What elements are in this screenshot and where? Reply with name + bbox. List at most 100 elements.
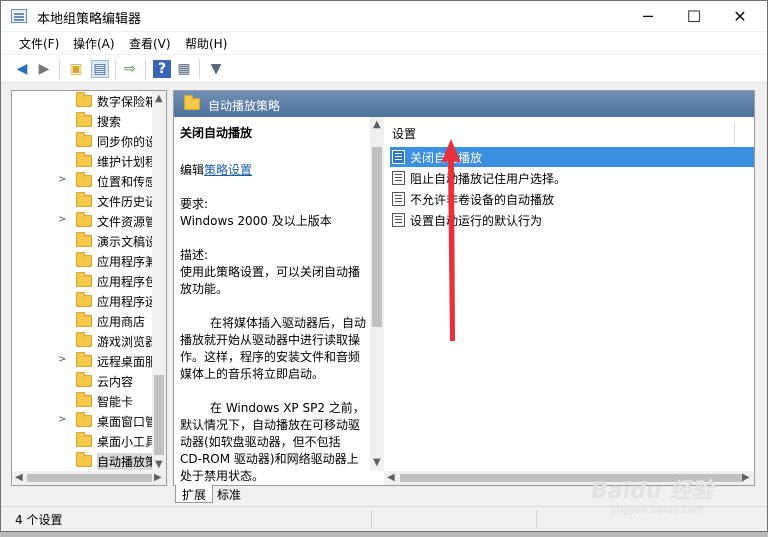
tree-item[interactable]: 应用程序兼容性: [12, 251, 153, 271]
folder-icon: [76, 92, 92, 107]
expand-chevron-icon[interactable]: >: [58, 414, 66, 425]
watermark-site: jingyan.baidu.com: [611, 505, 704, 516]
scroll-up-icon[interactable]: ▲: [155, 93, 163, 104]
folder-icon: [76, 132, 92, 147]
tree-horizontal-scrollbar[interactable]: ◀ ▶: [12, 471, 166, 485]
back-arrow-icon[interactable]: ◀: [13, 60, 31, 78]
properties-icon[interactable]: ▦: [175, 60, 193, 78]
tree-item[interactable]: 应用商店: [12, 311, 152, 331]
description-text: 使用此策略设置，可以关闭自动播放功能。: [180, 265, 361, 296]
menu-help[interactable]: 帮助(H): [185, 35, 227, 52]
tree-hscroll-thumb[interactable]: [27, 474, 152, 482]
menu-view[interactable]: 查看(V): [129, 35, 171, 52]
folder-icon: [76, 372, 92, 387]
tree-item[interactable]: 游戏浏览器: [12, 331, 153, 351]
tree-vertical-scrollbar[interactable]: ▲ ▼: [152, 91, 166, 471]
tree-item[interactable]: 云内容: [12, 371, 152, 391]
help-icon[interactable]: ?: [153, 60, 171, 78]
scroll-down-icon[interactable]: ▼: [155, 459, 163, 470]
tree-item-label: 同步你的设置: [97, 135, 153, 149]
tree-pane[interactable]: 数字保险箱搜索同步你的设置维护计划程序 > 位置和传感器文件历史记录 > 文件资源管理器…: [11, 90, 167, 486]
folder-icon: [76, 452, 92, 467]
tree-item-label: 远程桌面服务: [97, 355, 153, 369]
tree-item-label: 应用程序包部署: [97, 275, 153, 289]
toolbar-separator: [59, 59, 60, 79]
menu-action[interactable]: 操作(A): [73, 35, 115, 52]
tab-standard[interactable]: 标准: [211, 485, 247, 503]
folder-icon: [76, 412, 92, 427]
scroll-left-icon[interactable]: ◀: [387, 472, 395, 483]
expand-chevron-icon[interactable]: >: [58, 174, 66, 185]
tree-item-label: 桌面窗口管理器: [97, 415, 153, 429]
description-paragraph: 在将媒体插入驱动器后，自动播放就开始从驱动器中进行读取操作。这样，程序的安装文件…: [180, 316, 367, 381]
scroll-left-icon[interactable]: ◀: [15, 472, 23, 483]
forward-arrow-icon[interactable]: ▶: [35, 60, 53, 78]
policy-setting-icon: [392, 150, 405, 164]
export-list-icon[interactable]: ⇨: [121, 60, 139, 78]
folder-icon: [76, 152, 92, 167]
tree-item[interactable]: 自动播放策略: [12, 451, 153, 471]
scroll-up-icon[interactable]: ▲: [373, 119, 381, 130]
tree-item[interactable]: > 桌面窗口管理器: [12, 411, 153, 431]
description-scrollbar[interactable]: ▲ ▼: [370, 117, 384, 471]
description-label: 描述:: [180, 248, 209, 262]
tree-item-label: 智能卡: [97, 395, 134, 409]
scroll-right-icon[interactable]: ▶: [154, 472, 162, 483]
policy-setting-icon: [392, 171, 405, 185]
tree-item[interactable]: 维护计划程序: [12, 151, 153, 171]
tree-scroll-thumb[interactable]: [154, 375, 164, 455]
menu-bar: 文件(F) 操作(A) 查看(V) 帮助(H): [1, 32, 767, 54]
scroll-down-icon[interactable]: ▼: [373, 457, 381, 468]
tree-item[interactable]: 应用程序运行时: [12, 291, 153, 311]
close-button[interactable]: ✕: [717, 1, 763, 31]
description-scroll-thumb[interactable]: [372, 147, 382, 327]
description-paragraph: 在 Windows XP SP2 之前，默认情况下，自动播放在可移动驱动器(如软…: [180, 401, 365, 483]
tree-item[interactable]: 智能卡: [12, 391, 152, 411]
tree-item[interactable]: 桌面小工具: [12, 431, 153, 451]
tree-item[interactable]: > 远程桌面服务: [12, 351, 153, 371]
tree-item-label: 桌面小工具: [97, 435, 153, 449]
folder-icon: [76, 272, 92, 287]
requirement-value: Windows 2000 及以上版本: [180, 214, 332, 228]
toolbar-separator: [115, 59, 116, 79]
policy-settings-link[interactable]: 策略设置: [204, 163, 252, 177]
gpedit-app-icon: [11, 9, 27, 23]
red-arrow-annotation: [441, 139, 461, 341]
up-folder-icon[interactable]: ▣: [67, 60, 85, 78]
folder-icon: [76, 332, 92, 347]
show-hide-tree-icon[interactable]: ▤: [91, 60, 109, 78]
column-divider[interactable]: [734, 123, 735, 145]
tab-extended[interactable]: 扩展: [175, 485, 214, 503]
tree-item[interactable]: > 文件资源管理器: [12, 211, 153, 231]
tree-item[interactable]: 演示文稿设置: [12, 231, 153, 251]
menu-file[interactable]: 文件(F): [19, 35, 59, 52]
content-header-title: 自动播放策略: [208, 99, 281, 113]
policy-setting-icon: [392, 213, 405, 227]
view-tabs: 扩展 标准: [173, 485, 373, 505]
tree-item-label: 位置和传感器: [97, 175, 153, 189]
app-window: 本地组策略编辑器 ─ ☐ ✕ 文件(F) 操作(A) 查看(V) 帮助(H) ◀…: [0, 0, 768, 532]
expand-chevron-icon[interactable]: >: [58, 214, 66, 225]
folder-icon: [76, 112, 92, 127]
tree-item-label: 维护计划程序: [97, 155, 153, 169]
toolbar: ◀ ▶ ▣ ▤ ⇨ ? ▦ ▼: [1, 55, 767, 83]
tree-item[interactable]: 搜索: [12, 111, 152, 131]
folder-icon: [184, 95, 200, 110]
minimize-button[interactable]: ─: [625, 1, 671, 31]
filter-icon[interactable]: ▼: [207, 60, 225, 78]
setting-label: 设置自动运行的默认行为: [410, 214, 543, 228]
tree-item[interactable]: 文件历史记录: [12, 191, 153, 211]
maximize-button[interactable]: ☐: [671, 1, 717, 31]
tree-item-label: 应用商店: [97, 315, 146, 329]
window-title: 本地组策略编辑器: [37, 12, 142, 27]
status-divider: [371, 510, 372, 528]
tree-item[interactable]: > 位置和传感器: [12, 171, 153, 191]
expand-chevron-icon[interactable]: >: [58, 354, 66, 365]
folder-icon: [76, 252, 92, 267]
tree-item[interactable]: 数字保险箱: [12, 91, 153, 111]
status-divider: [536, 510, 537, 528]
edit-prefix: 编辑: [180, 163, 205, 177]
policy-setting-icon: [392, 192, 405, 206]
tree-item[interactable]: 同步你的设置: [12, 131, 153, 151]
tree-item[interactable]: 应用程序包部署: [12, 271, 153, 291]
